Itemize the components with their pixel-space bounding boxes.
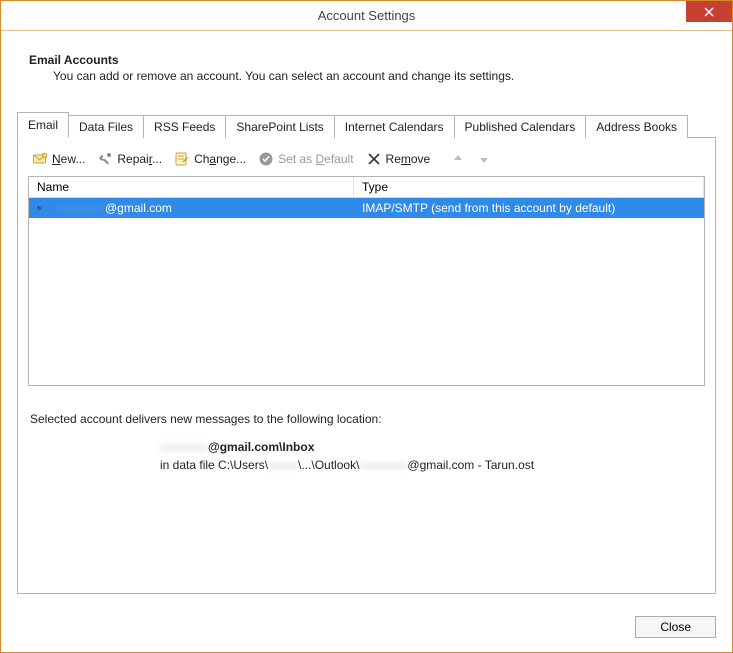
dialog-body: Email Accounts You can add or remove an … xyxy=(1,31,732,606)
tab-rss-feeds[interactable]: RSS Feeds xyxy=(143,115,226,138)
section-subheading: You can add or remove an account. You ca… xyxy=(53,69,716,83)
accounts-list-body: xxxxxxxx@gmail.com IMAP/SMTP (send from … xyxy=(29,198,704,385)
account-row[interactable]: xxxxxxxx@gmail.com IMAP/SMTP (send from … xyxy=(29,198,704,218)
tab-panel-email: New... Repair... Change... Set as Defaul… xyxy=(17,137,716,594)
tab-email[interactable]: Email xyxy=(17,112,69,138)
column-header-type[interactable]: Type xyxy=(354,177,704,197)
tab-data-files[interactable]: Data Files xyxy=(68,115,144,138)
account-name-cell: xxxxxxxx@gmail.com xyxy=(49,201,354,215)
close-button[interactable]: Close xyxy=(635,616,716,638)
tab-sharepoint-lists[interactable]: SharePoint Lists xyxy=(225,115,334,138)
tab-internet-calendars[interactable]: Internet Calendars xyxy=(334,115,455,138)
arrow-down-icon xyxy=(477,152,491,166)
move-up-button xyxy=(449,151,467,167)
new-account-button[interactable]: New... xyxy=(30,150,87,168)
close-icon xyxy=(704,7,714,17)
tab-address-books[interactable]: Address Books xyxy=(585,115,688,138)
delivery-intro: Selected account delivers new messages t… xyxy=(30,412,705,426)
repair-icon xyxy=(97,151,113,167)
titlebar: Account Settings xyxy=(1,1,732,31)
change-icon xyxy=(174,151,190,167)
window-close-button[interactable] xyxy=(686,1,732,22)
accounts-toolbar: New... Repair... Change... Set as Defaul… xyxy=(28,148,705,176)
column-header-name[interactable]: Name xyxy=(29,177,354,197)
account-settings-window: Account Settings Email Accounts You can … xyxy=(0,0,733,653)
move-down-button xyxy=(475,151,493,167)
dialog-footer: Close xyxy=(1,606,732,652)
set-default-button: Set as Default xyxy=(256,150,355,168)
repair-account-button[interactable]: Repair... xyxy=(95,150,164,168)
check-circle-icon xyxy=(258,151,274,167)
delivery-location: Selected account delivers new messages t… xyxy=(28,412,705,472)
delivery-folder: xxxxxxxx@gmail.com\Inbox xyxy=(160,440,705,454)
remove-icon xyxy=(366,151,382,167)
accounts-list[interactable]: Name Type xxxxxxxx@gmail.com IMAP/SMTP (… xyxy=(28,176,705,386)
default-account-icon xyxy=(29,201,49,215)
accounts-list-header: Name Type xyxy=(29,177,704,198)
account-type-cell: IMAP/SMTP (send from this account by def… xyxy=(354,201,704,215)
new-mail-icon xyxy=(32,151,48,167)
tab-published-calendars[interactable]: Published Calendars xyxy=(454,115,587,138)
arrow-up-icon xyxy=(451,152,465,166)
delivery-datafile: in data file C:\Users\xxxxx\...\Outlook\… xyxy=(160,458,705,472)
section-heading: Email Accounts xyxy=(29,53,716,67)
change-account-button[interactable]: Change... xyxy=(172,150,248,168)
tabstrip: Email Data Files RSS Feeds SharePoint Li… xyxy=(17,111,716,137)
remove-account-button[interactable]: Remove xyxy=(364,150,433,168)
window-title: Account Settings xyxy=(1,8,732,23)
check-badge-icon xyxy=(37,201,41,215)
